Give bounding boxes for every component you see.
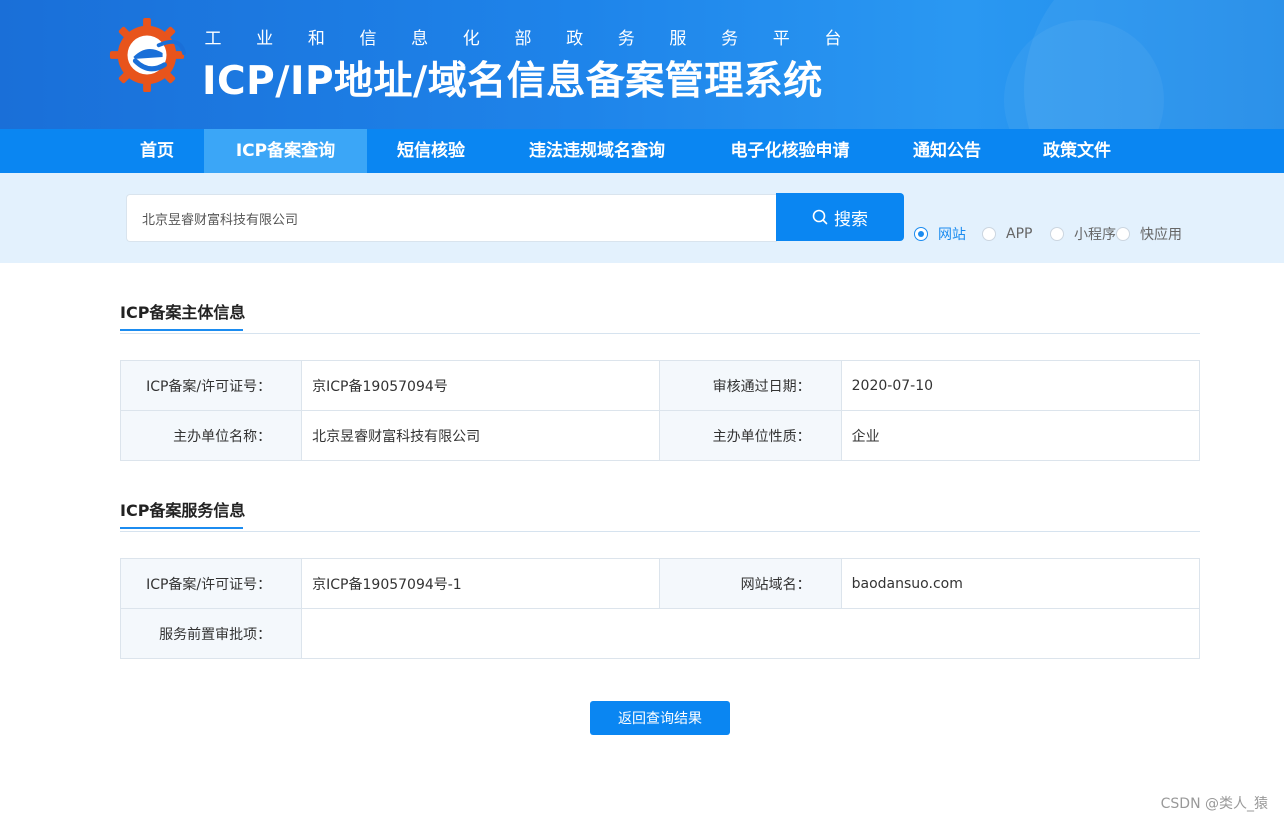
back-to-results-button[interactable]: 返回查询结果 bbox=[590, 701, 730, 735]
site-title: ICP/IP地址/域名信息备案管理系统 bbox=[202, 59, 823, 104]
service-license-label: ICP备案/许可证号： bbox=[119, 558, 303, 609]
nav-item-icp-query[interactable]: ICP备案查询 bbox=[204, 129, 367, 173]
subject-section-title: ICP备案主体信息 bbox=[120, 299, 245, 331]
org-type-value: 企业 bbox=[840, 410, 1201, 461]
main-nav: 首页 ICP备案查询 短信核验 违法违规域名查询 电子化核验申请 通知公告 政策… bbox=[0, 129, 1284, 173]
table-row: 主办单位名称： 北京昱睿财富科技有限公司 主办单位性质： 企业 bbox=[119, 410, 1201, 461]
radio-dot bbox=[1050, 227, 1064, 241]
search-zone: 搜索 网站 APP 小程序 快应用 bbox=[0, 173, 1284, 263]
radio-app[interactable]: APP bbox=[982, 224, 1032, 244]
approve-date-label: 审核通过日期： bbox=[659, 360, 842, 411]
table-row: ICP备案/许可证号： 京ICP备19057094号 审核通过日期： 2020-… bbox=[119, 360, 1201, 411]
nav-item-sms-verify[interactable]: 短信核验 bbox=[381, 129, 481, 173]
search-input[interactable] bbox=[126, 194, 777, 242]
section-title-underline bbox=[120, 527, 243, 529]
service-info-table: ICP备案/许可证号： 京ICP备19057094号-1 网站域名： baoda… bbox=[119, 558, 1201, 659]
domain-value: baodansuo.com bbox=[840, 558, 1201, 609]
nav-item-e-verify[interactable]: 电子化核验申请 bbox=[718, 129, 862, 173]
pre-approval-label: 服务前置审批项： bbox=[119, 608, 303, 659]
org-name-label: 主办单位名称： bbox=[119, 410, 303, 461]
watermark: CSDN @类人_猿 bbox=[1160, 796, 1268, 812]
search-button[interactable]: 搜索 bbox=[776, 193, 904, 241]
pre-approval-value bbox=[301, 608, 1200, 659]
org-name-value: 北京昱睿财富科技有限公司 bbox=[301, 410, 661, 461]
radio-quick-app[interactable]: 快应用 bbox=[1116, 224, 1182, 244]
nav-item-notices[interactable]: 通知公告 bbox=[902, 129, 992, 173]
nav-item-illegal-domain[interactable]: 违法违规域名查询 bbox=[516, 129, 678, 173]
gear-e-logo-icon bbox=[109, 17, 186, 93]
service-section-title: ICP备案服务信息 bbox=[120, 497, 245, 529]
radio-dot bbox=[982, 227, 996, 241]
license-value: 京ICP备19057094号 bbox=[301, 360, 661, 411]
section-title-underline bbox=[120, 329, 243, 331]
org-type-label: 主办单位性质： bbox=[659, 410, 842, 461]
radio-mini-program[interactable]: 小程序 bbox=[1050, 224, 1116, 244]
radio-dot bbox=[914, 227, 928, 241]
section-divider bbox=[120, 531, 1200, 532]
approve-date-value: 2020-07-10 bbox=[840, 360, 1201, 411]
license-label: ICP备案/许可证号： bbox=[119, 360, 303, 411]
radio-website[interactable]: 网站 bbox=[914, 224, 966, 244]
service-license-value: 京ICP备19057094号-1 bbox=[301, 558, 661, 609]
search-icon bbox=[812, 209, 828, 225]
radio-dot bbox=[1116, 227, 1130, 241]
domain-label: 网站域名： bbox=[659, 558, 842, 609]
section-divider bbox=[120, 333, 1200, 334]
header-banner: 工 业 和 信 息 化 部 政 务 服 务 平 台 ICP/IP地址/域名信息备… bbox=[0, 0, 1284, 129]
subject-info-table: ICP备案/许可证号： 京ICP备19057094号 审核通过日期： 2020-… bbox=[119, 360, 1201, 461]
banner-subtitle: 工 业 和 信 息 化 部 政 务 服 务 平 台 bbox=[204, 29, 842, 49]
table-row: 服务前置审批项： bbox=[119, 608, 1200, 659]
nav-item-policy[interactable]: 政策文件 bbox=[1032, 129, 1122, 173]
table-row: ICP备案/许可证号： 京ICP备19057094号-1 网站域名： baoda… bbox=[119, 558, 1201, 609]
search-button-label: 搜索 bbox=[834, 209, 868, 229]
nav-item-home[interactable]: 首页 bbox=[120, 129, 194, 173]
